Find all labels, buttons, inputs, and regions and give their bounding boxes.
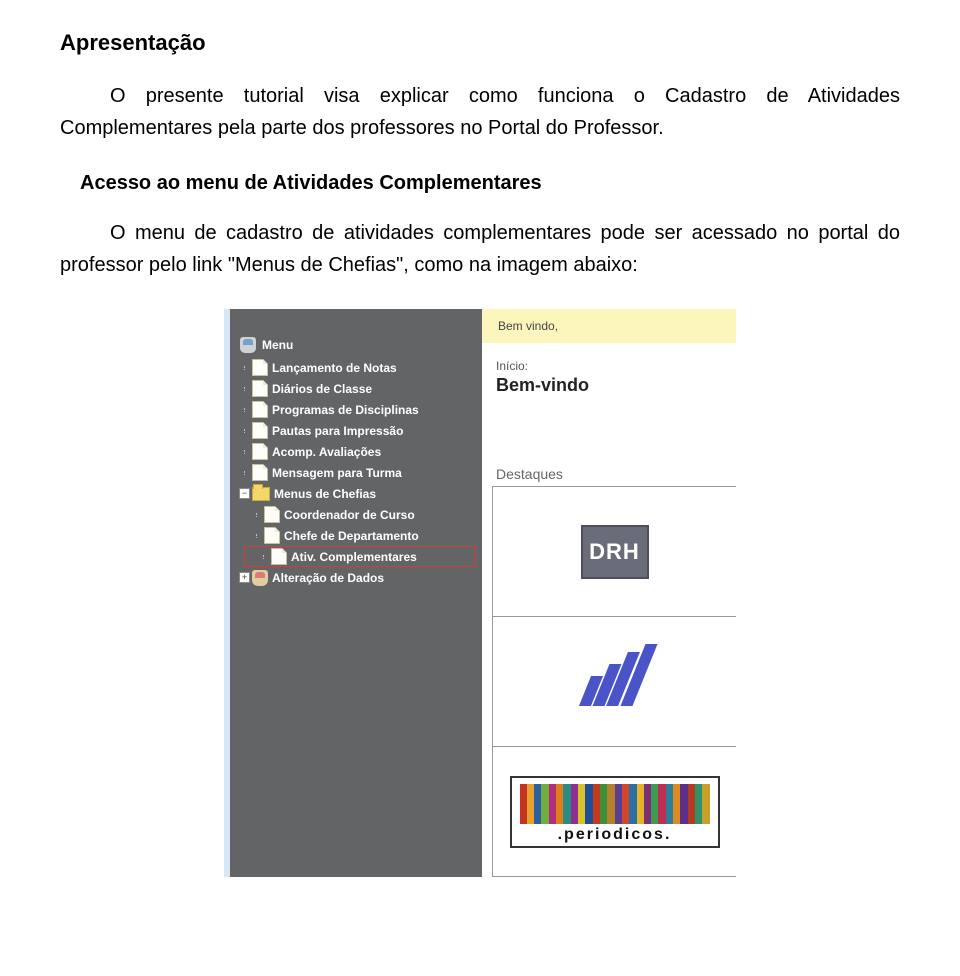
- inicio-label: Início:: [496, 359, 736, 373]
- page-icon: [264, 506, 280, 523]
- collapse-icon[interactable]: −: [239, 488, 250, 499]
- folder-icon: [252, 487, 270, 501]
- drh-logo: DRH: [581, 525, 649, 579]
- menu-item-pautas[interactable]: Pautas para Impressão: [238, 420, 482, 441]
- menu-header-icon: [240, 337, 256, 353]
- heading-acesso: Acesso ao menu de Atividades Complementa…: [80, 172, 900, 195]
- page-icon: [252, 401, 268, 418]
- destaque-periodicos[interactable]: .periodicos.: [492, 747, 736, 877]
- person-icon: [252, 570, 268, 586]
- destaque-drh[interactable]: DRH: [492, 487, 736, 617]
- paragraph-acesso: O menu de cadastro de atividades complem…: [60, 217, 900, 281]
- page-icon: [252, 464, 268, 481]
- page-icon: [264, 527, 280, 544]
- heading-apresentacao: Apresentação: [60, 30, 900, 56]
- menu-item-diarios[interactable]: Diários de Classe: [238, 378, 482, 399]
- page-icon: [252, 359, 268, 376]
- menu-item-ativ-compl[interactable]: Ativ. Complementares: [244, 546, 476, 567]
- menu-item-acomp[interactable]: Acomp. Avaliações: [238, 441, 482, 462]
- page-icon: [252, 380, 268, 397]
- page-icon: [252, 443, 268, 460]
- page-icon: [252, 422, 268, 439]
- page-icon: [271, 548, 287, 565]
- menu-header-label: Menu: [262, 338, 293, 352]
- menu-item-programas[interactable]: Programas de Disciplinas: [238, 399, 482, 420]
- menu-item-lancamento[interactable]: Lançamento de Notas: [238, 357, 482, 378]
- menu-item-mensagem[interactable]: Mensagem para Turma: [238, 462, 482, 483]
- menu-item-chefias[interactable]: − Menus de Chefias: [238, 483, 482, 504]
- menu-item-chefe-dep[interactable]: Chefe de Departamento: [238, 525, 482, 546]
- destaques-heading: Destaques: [496, 466, 736, 482]
- content-column: Bem vindo, Início: Bem-vindo Destaques D…: [482, 309, 736, 877]
- destaque-bars[interactable]: [492, 617, 736, 747]
- paragraph-intro: O presente tutorial visa explicar como f…: [60, 80, 900, 144]
- periodicos-logo: .periodicos.: [510, 776, 720, 848]
- expand-icon[interactable]: +: [239, 572, 250, 583]
- welcome-bar: Bem vindo,: [482, 309, 736, 343]
- sidebar-menu: Menu Lançamento de Notas Diários de Clas…: [230, 309, 482, 877]
- screenshot: Menu Lançamento de Notas Diários de Clas…: [224, 309, 736, 877]
- bars-logo-icon: [585, 644, 645, 706]
- menu-item-alteracao[interactable]: + Alteração de Dados: [238, 567, 482, 588]
- menu-item-coordenador[interactable]: Coordenador de Curso: [238, 504, 482, 525]
- bemvindo-heading: Bem-vindo: [496, 375, 736, 396]
